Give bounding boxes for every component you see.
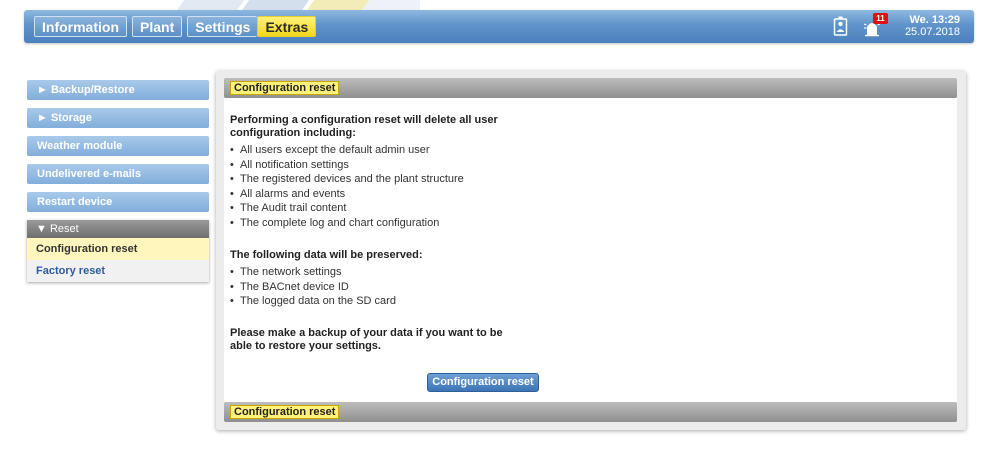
notification-count-badge: 11 bbox=[872, 13, 888, 24]
backup-note: Please make a backup of your data if you… bbox=[230, 326, 503, 352]
tab-information[interactable]: Information bbox=[34, 16, 127, 37]
tab-plant[interactable]: Plant bbox=[132, 16, 183, 37]
list-item: The Audit trail content bbox=[230, 201, 957, 216]
alarm-bell-icon[interactable]: 11 bbox=[863, 13, 889, 37]
status-area: 11 We. 13:29 25.07.2018 bbox=[833, 13, 960, 38]
sidebar-item-undelivered-emails[interactable]: Undelivered e-mails bbox=[27, 164, 209, 184]
sidebar-item-weather-module[interactable]: Weather module bbox=[27, 136, 209, 156]
date-label: 25.07.2018 bbox=[904, 26, 960, 38]
configuration-reset-button[interactable]: Configuration reset bbox=[427, 373, 539, 392]
sidebar-item-configuration-reset[interactable]: Configuration reset bbox=[27, 238, 209, 260]
main-panel: Configuration reset Performing a configu… bbox=[216, 71, 966, 430]
sidebar-group-reset-header[interactable]: ▼ Reset bbox=[27, 220, 209, 238]
top-navigation-bar: Information Plant Settings Extras 11 We.… bbox=[24, 10, 974, 43]
panel-footer-bar: Configuration reset bbox=[224, 402, 957, 422]
list-item: The complete log and chart configuration bbox=[230, 216, 957, 231]
list-item: The logged data on the SD card bbox=[230, 294, 957, 309]
main-tabs: Information Plant Settings Extras bbox=[34, 16, 321, 37]
sidebar-item-backup-restore[interactable]: ► Backup/Restore bbox=[27, 80, 209, 100]
list-item: All alarms and events bbox=[230, 187, 957, 202]
device-person-icon[interactable] bbox=[833, 15, 853, 37]
tab-extras[interactable]: Extras bbox=[257, 16, 317, 37]
list-item: All users except the default admin user bbox=[230, 143, 957, 158]
sidebar-item-storage[interactable]: ► Storage bbox=[27, 108, 209, 128]
panel-title: Configuration reset bbox=[230, 81, 340, 95]
list-item: All notification settings bbox=[230, 158, 957, 173]
panel-content: Performing a configuration reset will de… bbox=[224, 98, 957, 402]
sidebar-group-reset: ▼ Reset Configuration reset Factory rese… bbox=[27, 220, 209, 282]
preserved-heading: The following data will be preserved: bbox=[230, 249, 423, 261]
tab-settings[interactable]: Settings bbox=[187, 16, 258, 37]
sidebar: ► Backup/Restore ► Storage Weather modul… bbox=[27, 80, 209, 282]
intro-text: Performing a configuration reset will de… bbox=[230, 114, 498, 139]
delete-list: All users except the default admin user … bbox=[230, 143, 957, 230]
list-item: The network settings bbox=[230, 265, 957, 280]
panel-header-bar: Configuration reset bbox=[224, 78, 957, 98]
sidebar-item-restart-device[interactable]: Restart device bbox=[27, 192, 209, 212]
sidebar-item-factory-reset[interactable]: Factory reset bbox=[27, 260, 209, 282]
date-time: We. 13:29 25.07.2018 bbox=[905, 14, 960, 38]
panel-footer-title: Configuration reset bbox=[230, 405, 340, 419]
preserved-list: The network settings The BACnet device I… bbox=[230, 265, 957, 309]
list-item: The BACnet device ID bbox=[230, 280, 957, 295]
day-time-label: We. 13:29 bbox=[909, 14, 960, 26]
list-item: The registered devices and the plant str… bbox=[230, 172, 957, 187]
